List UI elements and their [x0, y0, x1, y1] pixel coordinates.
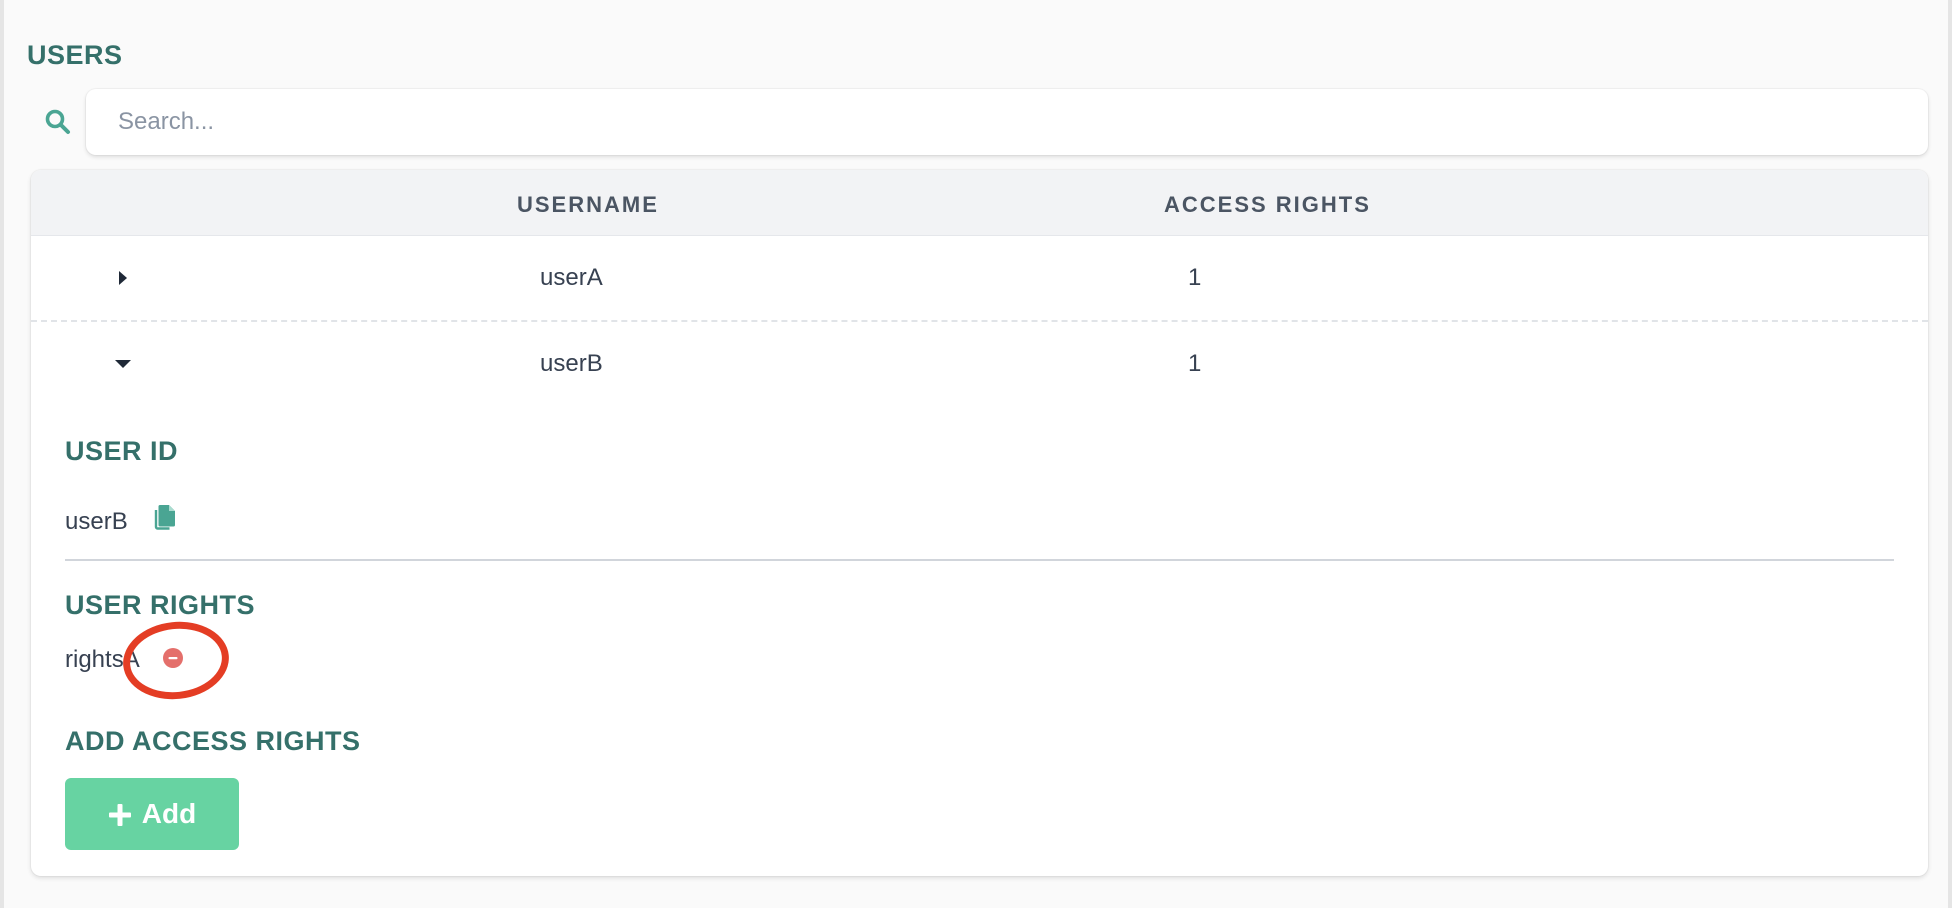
access-rights-cell: 1: [1188, 264, 1202, 291]
user-rights-title: USER RIGHTS: [65, 590, 256, 620]
add-access-rights-title: ADD ACCESS RIGHTS: [65, 726, 361, 756]
caret-right-icon[interactable]: [111, 266, 135, 290]
users-table: USERNAME ACCESS RIGHTS userA 1 userB 1 U…: [31, 170, 1928, 876]
username-cell: userB: [540, 350, 603, 377]
search-input[interactable]: [86, 89, 1928, 155]
column-header-username[interactable]: USERNAME: [517, 192, 659, 218]
divider: [65, 559, 1894, 561]
column-header-access-rights[interactable]: ACCESS RIGHTS: [1164, 192, 1371, 218]
copy-icon[interactable]: [153, 503, 177, 531]
table-row[interactable]: userA 1: [31, 236, 1928, 322]
access-rights-cell: 1: [1188, 350, 1202, 377]
add-button[interactable]: Add: [65, 778, 239, 850]
table-row[interactable]: userB 1: [31, 322, 1928, 408]
users-page: USERS USERNAME ACCESS RIGHTS userA 1: [4, 0, 1948, 908]
plus-icon: [108, 802, 132, 826]
table-header: USERNAME ACCESS RIGHTS: [31, 170, 1928, 236]
caret-down-icon[interactable]: [111, 352, 135, 376]
username-cell: userA: [540, 264, 603, 291]
user-right-item: rightsA: [65, 646, 140, 673]
search-icon: [44, 108, 72, 136]
add-button-label: Add: [141, 798, 197, 829]
minus-circle-icon[interactable]: [162, 647, 184, 669]
page-title: USERS: [27, 40, 123, 70]
user-id-title: USER ID: [65, 436, 179, 466]
user-id-value: userB: [65, 508, 128, 535]
